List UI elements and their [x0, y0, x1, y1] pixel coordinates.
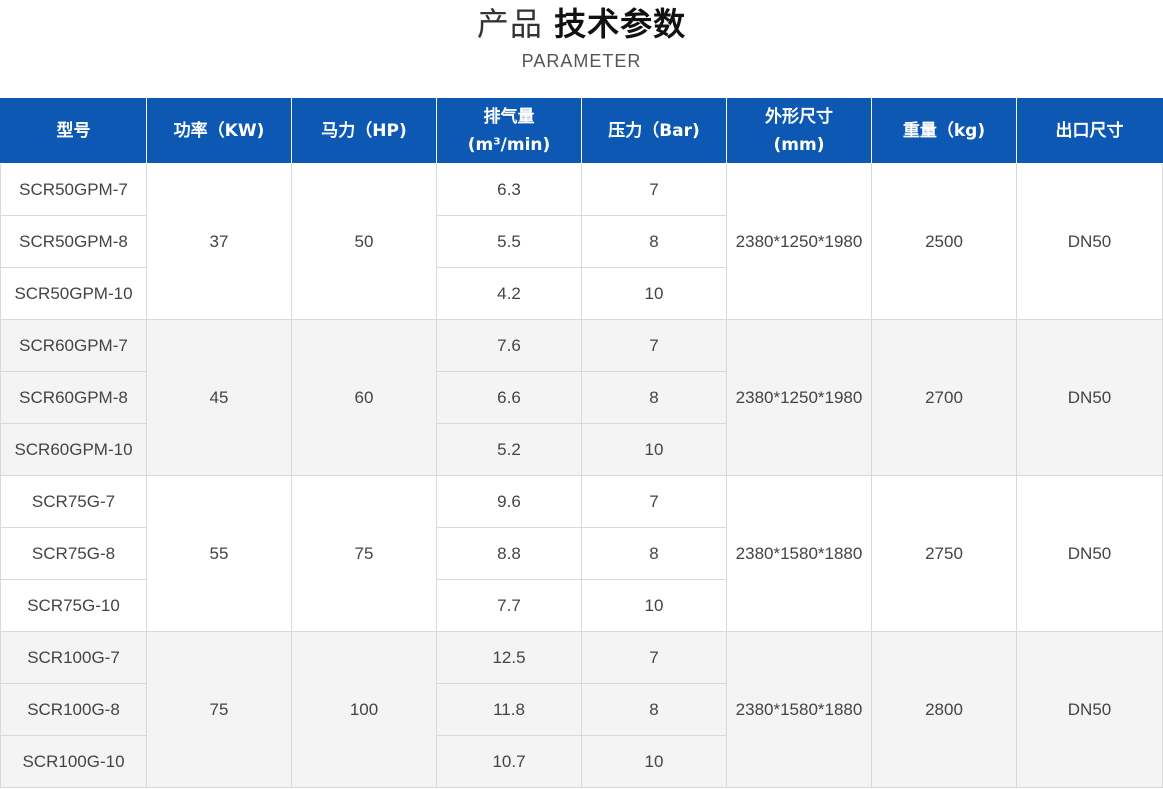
dimensions-cell: 2380*1250*1980 [726, 163, 872, 320]
displacement-cell: 7.6 [436, 319, 582, 372]
outlet-cell: DN50 [1016, 475, 1163, 632]
column-header-line: 排气量 [483, 107, 535, 127]
column-header-line: (mm) [773, 135, 825, 155]
column-header-model: 型号 [0, 98, 147, 164]
pressure-cell: 10 [581, 735, 727, 788]
model-cell: SCR100G-10 [0, 735, 147, 788]
pressure-cell: 7 [581, 163, 727, 216]
pressure-cell: 10 [581, 423, 727, 476]
displacement-cell: 6.6 [436, 371, 582, 424]
column-header-weight: 重量（kg) [871, 98, 1017, 164]
table-row: SCR50GPM-7 37 50 6.3 7 2380*1250*1980 2500 DN50 [0, 163, 1163, 320]
pressure-cell: 8 [581, 371, 727, 424]
table-body: SCR50GPM-7 37 50 6.3 7 2380*1250*1980 2500 DN50… [0, 163, 1163, 788]
horsepower-cell: 50 [291, 163, 437, 320]
page-subtitle: PARAMETER [521, 51, 642, 71]
table-row: SCR75G-7 55 75 9.6 7 2380*1580*1880 2750 DN50 [0, 475, 1163, 632]
model-cell: SCR60GPM-7 [0, 319, 147, 372]
horsepower-cell: 75 [291, 475, 437, 632]
pressure-cell: 8 [581, 215, 727, 268]
weight-cell: 2800 [871, 631, 1017, 788]
pressure-cell: 8 [581, 527, 727, 580]
column-header-line: 重量（kg) [902, 121, 986, 141]
column-header-power: 功率（KW) [146, 98, 292, 164]
power-cell: 55 [146, 475, 292, 632]
displacement-cell: 9.6 [436, 475, 582, 528]
column-header-line: (m³/min) [467, 135, 551, 155]
table-header-row: 型号 功率（KW) 马力（HP) 排气量 (m³/min) 压力（Bar) 外形尺寸 (mm)… [0, 98, 1163, 164]
outlet-cell: DN50 [1016, 319, 1163, 476]
model-cell: SCR60GPM-8 [0, 371, 147, 424]
outlet-cell: DN50 [1016, 631, 1163, 788]
displacement-cell: 7.7 [436, 579, 582, 632]
displacement-cell: 5.2 [436, 423, 582, 476]
pressure-cell: 7 [581, 631, 727, 684]
weight-cell: 2500 [871, 163, 1017, 320]
weight-cell: 2750 [871, 475, 1017, 632]
displacement-cell: 10.7 [436, 735, 582, 788]
column-header-line: 马力（HP) [321, 121, 407, 141]
model-cell: SCR60GPM-10 [0, 423, 147, 476]
power-cell: 37 [146, 163, 292, 320]
model-cell: SCR75G-8 [0, 527, 147, 580]
model-cell: SCR50GPM-8 [0, 215, 147, 268]
dimensions-cell: 2380*1250*1980 [726, 319, 872, 476]
column-header-line: 压力（Bar) [608, 121, 700, 141]
parameter-table: 型号 功率（KW) 马力（HP) 排气量 (m³/min) 压力（Bar) 外形尺寸 (mm)… [0, 98, 1163, 788]
pressure-cell: 7 [581, 475, 727, 528]
column-header-line: 功率（KW) [173, 121, 265, 141]
model-cell: SCR75G-7 [0, 475, 147, 528]
displacement-cell: 5.5 [436, 215, 582, 268]
weight-cell: 2700 [871, 319, 1017, 476]
pressure-cell: 7 [581, 319, 727, 372]
table-header: 型号 功率（KW) 马力（HP) 排气量 (m³/min) 压力（Bar) 外形尺寸 (mm)… [0, 98, 1163, 164]
column-header-horsepower: 马力（HP) [291, 98, 437, 164]
displacement-cell: 6.3 [436, 163, 582, 216]
model-cell: SCR50GPM-10 [0, 267, 147, 320]
table-row: SCR60GPM-7 45 60 7.6 7 2380*1250*1980 2700 DN50 [0, 319, 1163, 476]
column-header-line: 外形尺寸 [765, 107, 833, 127]
pressure-cell: 10 [581, 579, 727, 632]
model-cell: SCR100G-8 [0, 683, 147, 736]
horsepower-cell: 100 [291, 631, 437, 788]
power-cell: 75 [146, 631, 292, 788]
column-header-outlet: 出口尺寸 [1016, 98, 1163, 164]
outlet-cell: DN50 [1016, 163, 1163, 320]
model-cell: SCR50GPM-7 [0, 163, 147, 216]
pressure-cell: 8 [581, 683, 727, 736]
dimensions-cell: 2380*1580*1880 [726, 631, 872, 788]
horsepower-cell: 60 [291, 319, 437, 476]
pressure-cell: 10 [581, 267, 727, 320]
column-header-line: 型号 [56, 121, 91, 141]
column-header-line: 出口尺寸 [1055, 121, 1124, 141]
column-header-pressure: 压力（Bar) [581, 98, 727, 164]
page-title-light: 产品 [476, 5, 543, 43]
table-row: SCR100G-7 75 100 12.5 7 2380*1580*1880 2800 DN5… [0, 631, 1163, 788]
column-header-dimensions: 外形尺寸 (mm) [726, 98, 872, 164]
column-header-displacement: 排气量 (m³/min) [436, 98, 582, 164]
displacement-cell: 12.5 [436, 631, 582, 684]
dimensions-cell: 2380*1580*1880 [726, 475, 872, 632]
model-cell: SCR75G-10 [0, 579, 147, 632]
displacement-cell: 4.2 [436, 267, 582, 320]
page-title-bold: 技术参数 [554, 5, 687, 43]
displacement-cell: 11.8 [436, 683, 582, 736]
power-cell: 45 [146, 319, 292, 476]
model-cell: SCR100G-7 [0, 631, 147, 684]
page-title: 产品 技术参数 [0, 4, 1163, 44]
displacement-cell: 8.8 [436, 527, 582, 580]
